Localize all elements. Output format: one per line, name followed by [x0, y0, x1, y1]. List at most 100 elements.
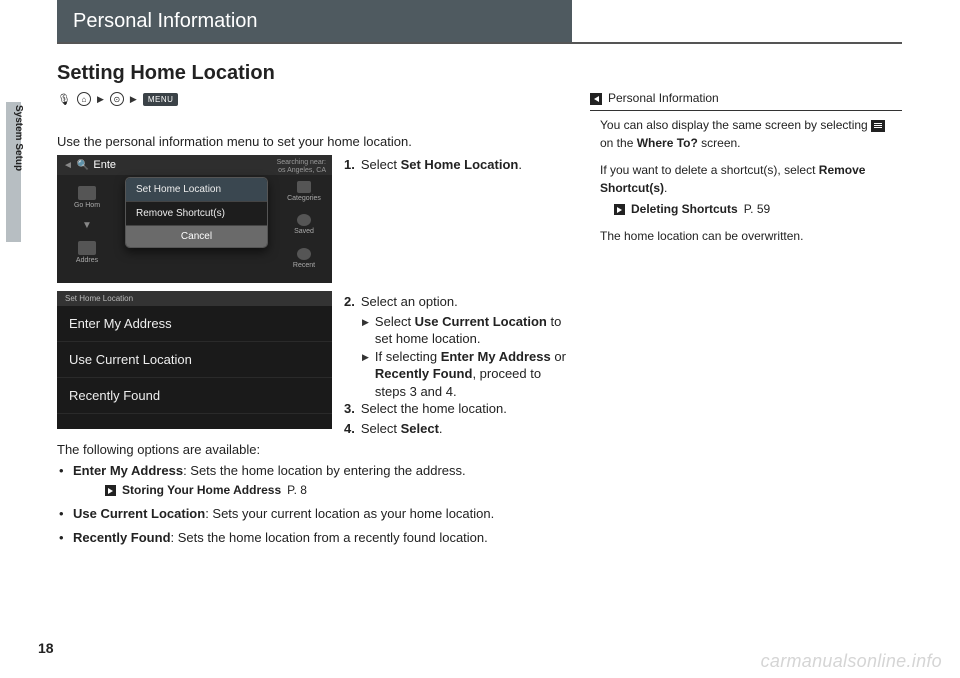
sidebar-heading: Personal Information	[590, 90, 902, 111]
t: Select	[375, 314, 415, 329]
section-header: Personal Information	[57, 0, 572, 42]
info-sidebar: Personal Information You can also displa…	[590, 90, 902, 256]
menu-badge: MENU	[143, 93, 179, 106]
right-categories: Categories Saved Recent	[276, 175, 332, 275]
xref-icon	[105, 485, 116, 496]
watermark: carmanualsonline.info	[761, 651, 942, 672]
t: P. 8	[287, 482, 307, 499]
screen-header: Set Home Location	[57, 291, 332, 306]
sub-text: Select Use Current Location to set home …	[375, 313, 569, 348]
popup-remove-shortcut: Remove Shortcut(s)	[126, 202, 267, 226]
recent-btn: Recent	[276, 242, 332, 275]
t: Select	[361, 421, 401, 436]
t: Enter My Address	[441, 349, 551, 364]
t: : Sets the home location from a recently…	[171, 530, 488, 545]
step-num: 2.	[344, 293, 355, 311]
t: on the	[600, 136, 637, 150]
list-item: Use Current Location: Sets your current …	[57, 505, 562, 523]
intro-text: Use the personal information menu to set…	[57, 134, 412, 149]
t: Enter My Address	[73, 463, 183, 478]
camera-icon	[78, 241, 96, 255]
t: Use Current Location	[415, 314, 547, 329]
house-icon	[78, 186, 96, 200]
triangle-icon: ▶	[362, 316, 369, 348]
home-circle-icon: ⌂	[77, 92, 91, 106]
xref: Storing Your Home Address P. 8	[73, 482, 562, 499]
step-num: 1.	[344, 157, 355, 172]
heart-icon	[297, 214, 311, 226]
search-icon: 🔍	[77, 160, 89, 171]
step-text: Select an option.	[361, 293, 458, 311]
grid-icon	[297, 181, 311, 193]
t: Storing Your Home Address	[122, 482, 281, 499]
screenshot-set-home: Set Home Location Enter My Address Use C…	[57, 291, 332, 429]
xref-icon	[614, 204, 625, 215]
popup-set-home: Set Home Location	[126, 178, 267, 202]
xref: Deleting Shortcuts P. 59	[600, 201, 898, 218]
recent-label: Recent	[293, 262, 315, 269]
address-shortcut: Addres	[57, 231, 117, 276]
t: Recently Found	[73, 530, 171, 545]
breadcrumb: 🎙 ⌂ ▶ ⊙ ▶ MENU	[57, 92, 178, 106]
screenshot-where-to: ◄ 🔍 Ente Searching near: os Angeles, CA …	[57, 155, 332, 283]
triangle-icon: ▶	[362, 351, 369, 401]
header-rule	[57, 42, 902, 44]
down-arrow-icon: ▼	[57, 220, 117, 231]
chevron-right-icon: ▶	[97, 94, 104, 105]
saved-btn: Saved	[276, 208, 332, 241]
left-shortcuts: Go Hom ▼ Addres	[57, 175, 117, 275]
popup-menu: Set Home Location Remove Shortcut(s) Can…	[125, 177, 268, 248]
t: screen.	[698, 136, 741, 150]
t: Set Home Location	[401, 157, 519, 172]
address-label: Addres	[76, 257, 98, 264]
t: Use Current Location	[73, 506, 205, 521]
t: If you want to delete a shortcut(s), sel…	[600, 163, 819, 177]
sidebar-para: If you want to delete a shortcut(s), sel…	[600, 162, 898, 197]
categories-label: Categories	[287, 195, 321, 202]
t: You can also display the same screen by …	[600, 118, 871, 132]
t: .	[664, 181, 667, 195]
sidebar-body: You can also display the same screen by …	[590, 117, 902, 245]
sidebar-para: The home location can be overwritten.	[600, 228, 898, 245]
t: Deleting Shortcuts	[631, 201, 738, 218]
page-title: Setting Home Location	[57, 62, 275, 85]
section-header-title: Personal Information	[73, 10, 258, 33]
hamburger-icon	[871, 120, 885, 132]
t: Select	[401, 421, 439, 436]
list-item: Enter My Address: Sets the home location…	[57, 462, 562, 499]
go-home-shortcut: Go Hom	[57, 175, 117, 220]
saved-label: Saved	[294, 228, 314, 235]
opt-use-current: Use Current Location	[57, 342, 332, 378]
side-tab-label: System Setup	[13, 105, 24, 171]
step-num: 3.	[344, 400, 355, 418]
step-1: 1. Select Set Home Location.	[344, 157, 564, 172]
sub-text: If selecting Enter My Address or Recentl…	[375, 348, 569, 401]
t: Where To?	[637, 136, 698, 150]
t: : Sets your current location as your hom…	[205, 506, 494, 521]
chevron-right-icon: ▶	[130, 94, 137, 105]
step-text: Select the home location.	[361, 400, 507, 418]
t: .	[518, 157, 522, 172]
t: P. 59	[744, 201, 770, 218]
step-text: Select Select.	[361, 420, 443, 438]
nav-circle-icon: ⊙	[110, 92, 124, 106]
options-intro: The following options are available:	[57, 442, 260, 457]
categories-btn: Categories	[276, 175, 332, 208]
t: If selecting	[375, 349, 441, 364]
t: .	[439, 421, 443, 436]
searching-city: os Angeles, CA	[277, 167, 326, 175]
options-list: Enter My Address : Sets the home location…	[57, 462, 562, 553]
t: or	[551, 349, 566, 364]
t: Select	[361, 157, 401, 172]
sidebar-heading-text: Personal Information	[608, 90, 719, 107]
step-num: 4.	[344, 420, 355, 438]
steps-2-4: 2. Select an option. ▶ Select Use Curren…	[344, 293, 569, 439]
opt-enter-address: Enter My Address	[57, 306, 332, 342]
list-item: Recently Found: Sets the home location f…	[57, 529, 562, 547]
searching-label: Searching near:	[277, 159, 326, 167]
page-number: 18	[38, 640, 54, 656]
back-icon: ◄	[63, 160, 73, 171]
searching-near: Searching near: os Angeles, CA	[277, 159, 326, 174]
clock-icon	[297, 248, 311, 260]
go-home-label: Go Hom	[74, 202, 100, 209]
